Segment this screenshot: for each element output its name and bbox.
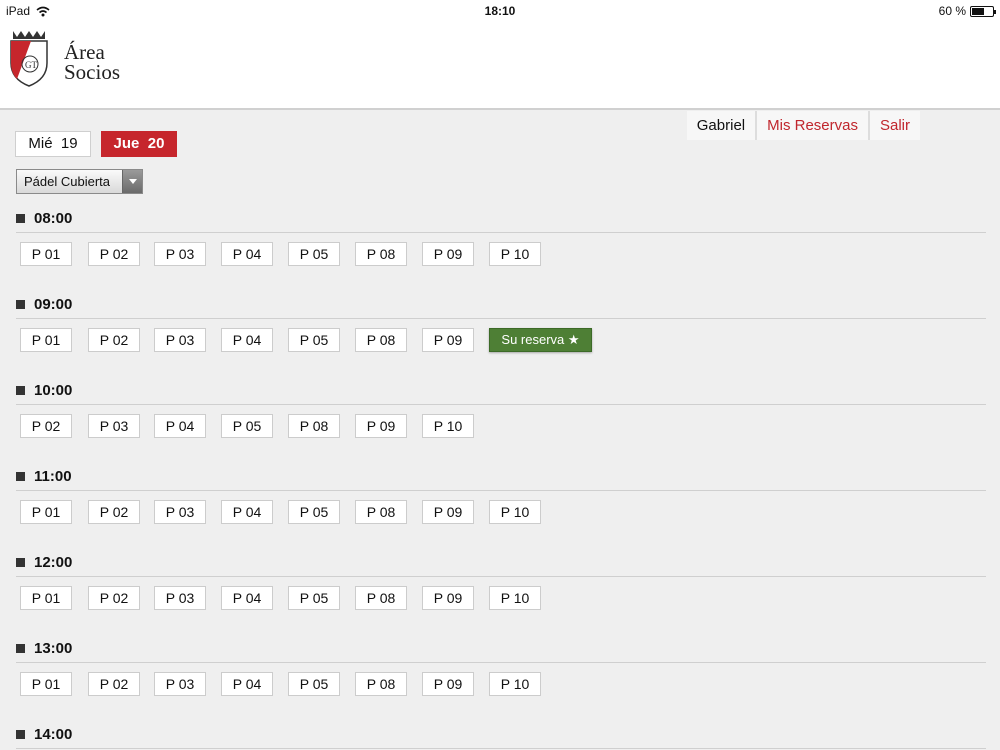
court-button[interactable]: P 09 [422, 672, 474, 696]
day-current-name: Jue [113, 135, 140, 152]
status-bar: iPad 18:10 60 % [0, 0, 1000, 22]
court-button[interactable]: P 05 [288, 242, 340, 266]
slot-time-label: 09:00 [16, 295, 986, 313]
court-button[interactable]: P 01 [20, 242, 72, 266]
slot-divider [16, 232, 986, 233]
brand-line2: Socios [64, 60, 121, 84]
court-button[interactable]: P 02 [20, 414, 72, 438]
day-current-button[interactable]: Jue 20 [101, 131, 177, 157]
slot-time-label: 10:00 [16, 381, 986, 399]
court-button[interactable]: P 05 [288, 500, 340, 524]
court-button[interactable]: P 10 [489, 672, 541, 696]
court-button[interactable]: P 03 [154, 672, 206, 696]
court-button[interactable]: P 09 [355, 414, 407, 438]
club-logo: GT [10, 31, 48, 87]
court-button[interactable]: P 03 [154, 242, 206, 266]
chevron-down-icon [122, 170, 142, 193]
court-button[interactable]: P 02 [88, 500, 140, 524]
court-list: P 01 P 02 P 03 P 04 P 05 P 08 P 09 P 10 [16, 672, 986, 696]
court-list: P 02 P 03 P 04 P 05 P 08 P 09 P 10 [16, 414, 986, 438]
court-button[interactable]: P 04 [221, 242, 273, 266]
court-button[interactable]: P 05 [221, 414, 273, 438]
slot-divider [16, 662, 986, 663]
brand-line1: Área [64, 40, 105, 64]
court-button[interactable]: P 08 [355, 500, 407, 524]
court-button[interactable]: P 03 [88, 414, 140, 438]
slot-time-label: 12:00 [16, 553, 986, 571]
court-button[interactable]: P 02 [88, 242, 140, 266]
slot-time-label: 13:00 [16, 639, 986, 657]
court-button[interactable]: P 10 [489, 500, 541, 524]
court-button[interactable]: P 05 [288, 328, 340, 352]
court-button[interactable]: P 01 [20, 500, 72, 524]
court-button[interactable]: P 03 [154, 500, 206, 524]
my-reservations-link[interactable]: Mis Reservas [757, 111, 870, 140]
slot-time-label: 14:00 [16, 725, 986, 743]
court-button[interactable]: P 08 [288, 414, 340, 438]
court-button[interactable]: P 05 [288, 672, 340, 696]
court-button[interactable]: P 01 [20, 586, 72, 610]
day-prev-button[interactable]: Mié 19 [15, 131, 91, 157]
time-slot: 08:00 P 01 P 02 P 03 P 04 P 05 P 08 P 09 P 10 [16, 209, 986, 266]
my-reservation-button[interactable]: Su reserva ★ [489, 328, 592, 352]
slot-divider [16, 318, 986, 319]
court-list: P 01 P 02 P 03 P 04 P 05 P 08 P 09 P 10 [16, 586, 986, 610]
user-nav: Gabriel Mis Reservas Salir [686, 111, 920, 140]
court-button[interactable]: P 01 [20, 672, 72, 696]
day-prev-name: Mié [28, 135, 53, 152]
facility-select[interactable]: Pádel Cubierta [16, 169, 143, 194]
time-slot: 11:00 P 01 P 02 P 03 P 04 P 05 P 08 P 09 P 10 [16, 467, 986, 524]
battery-fill [972, 7, 984, 15]
status-time: 18:10 [484, 4, 516, 18]
court-button[interactable]: P 05 [288, 586, 340, 610]
court-button[interactable]: P 08 [355, 242, 407, 266]
day-current-number: 20 [147, 135, 165, 152]
court-button[interactable]: P 10 [489, 586, 541, 610]
court-button[interactable]: P 09 [422, 500, 474, 524]
slot-divider [16, 404, 986, 405]
slot-time-label: 11:00 [16, 467, 986, 485]
time-slot: 14:00 [16, 725, 986, 749]
court-button[interactable]: P 08 [355, 328, 407, 352]
court-list: P 01 P 02 P 03 P 04 P 05 P 08 P 09 P 10 [16, 500, 986, 524]
court-button[interactable]: P 10 [422, 414, 474, 438]
court-list: P 01 P 02 P 03 P 04 P 05 P 08 P 09 P 10 [16, 242, 986, 266]
slot-divider [16, 576, 986, 577]
court-button[interactable]: P 04 [221, 328, 273, 352]
court-list: P 01 P 02 P 03 P 04 P 05 P 08 P 09 Su reserva ★ [16, 328, 986, 352]
slot-divider [16, 748, 986, 749]
court-button[interactable]: P 09 [422, 328, 474, 352]
battery-icon [970, 5, 996, 17]
svg-text:GT: GT [25, 60, 37, 70]
app-header: GT Área Socios [0, 22, 1000, 110]
court-button[interactable]: P 04 [221, 500, 273, 524]
logout-link[interactable]: Salir [869, 111, 920, 140]
user-name: Gabriel [686, 111, 758, 140]
brand-title: Área Socios [64, 40, 121, 84]
battery-percent: 60 % [938, 4, 966, 18]
court-button[interactable]: P 02 [88, 328, 140, 352]
court-button[interactable]: P 08 [355, 672, 407, 696]
slot-divider [16, 490, 986, 491]
court-button[interactable]: P 04 [154, 414, 206, 438]
court-button[interactable]: P 09 [422, 586, 474, 610]
court-button[interactable]: P 09 [422, 242, 474, 266]
day-prev-number: 19 [60, 135, 78, 152]
slot-time-label: 08:00 [16, 209, 986, 227]
court-button[interactable]: P 10 [489, 242, 541, 266]
time-slot: 10:00 P 02 P 03 P 04 P 05 P 08 P 09 P 10 [16, 381, 986, 438]
status-right: 60 % [938, 4, 996, 18]
court-button[interactable]: P 02 [88, 672, 140, 696]
time-slot: 13:00 P 01 P 02 P 03 P 04 P 05 P 08 P 09 P 10 [16, 639, 986, 696]
facility-select-value: Pádel Cubierta [24, 174, 110, 189]
court-button[interactable]: P 08 [355, 586, 407, 610]
court-button[interactable]: P 01 [20, 328, 72, 352]
court-button[interactable]: P 02 [88, 586, 140, 610]
court-button[interactable]: P 03 [154, 328, 206, 352]
time-slot: 12:00 P 01 P 02 P 03 P 04 P 05 P 08 P 09 P 10 [16, 553, 986, 610]
court-button[interactable]: P 04 [221, 586, 273, 610]
court-button[interactable]: P 03 [154, 586, 206, 610]
court-button[interactable]: P 04 [221, 672, 273, 696]
time-slot: 09:00 P 01 P 02 P 03 P 04 P 05 P 08 P 09 Su rese… [16, 295, 986, 352]
